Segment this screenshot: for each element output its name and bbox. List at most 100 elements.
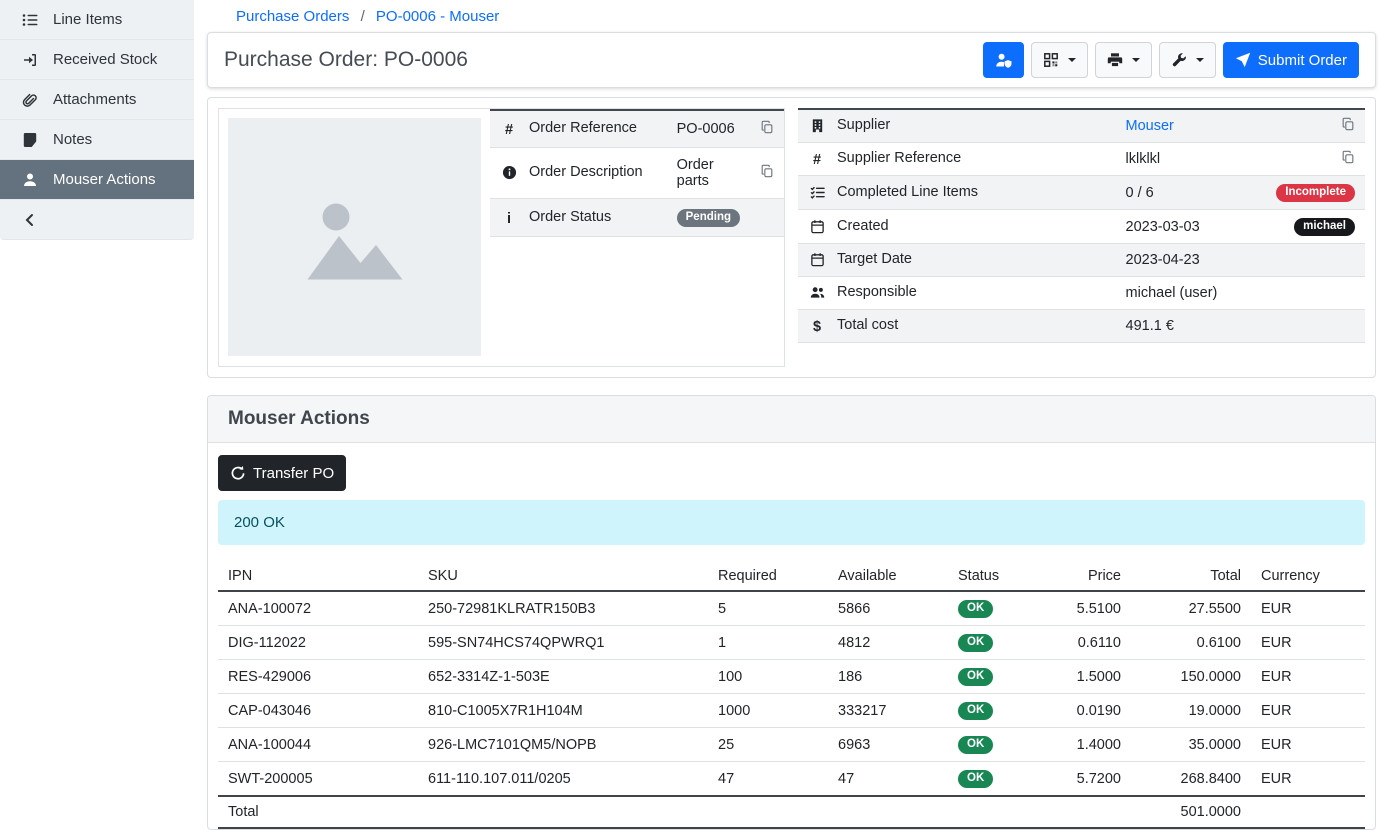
sku-cell: 926-LMC7101QM5/NOPB	[418, 728, 708, 762]
order-status-badge: Pending	[677, 209, 740, 228]
detail-value: Order parts	[667, 148, 750, 199]
sidebar-collapse-button[interactable]	[0, 200, 194, 240]
incomplete-badge: Incomplete	[1276, 184, 1355, 203]
currency-cell: EUR	[1251, 626, 1365, 660]
required-cell: 25	[708, 728, 828, 762]
footer-total-label: Total	[218, 796, 1131, 828]
column-header-sku: SKU	[418, 562, 708, 591]
price-cell: 0.0190	[1036, 694, 1131, 728]
detail-label: Total cost	[837, 317, 898, 333]
required-cell: 5	[708, 591, 828, 626]
column-header-currency: Currency	[1251, 562, 1365, 591]
sidebar-item-label: Line Items	[53, 11, 122, 28]
detail-label: Order Reference	[529, 120, 637, 136]
sku-cell: 611-110.107.011/0205	[418, 762, 708, 797]
page-title: Purchase Order: PO-0006	[224, 48, 468, 72]
sidebar-item-mouser-actions[interactable]: Mouser Actions	[0, 160, 194, 200]
sidebar-item-line-items[interactable]: Line Items	[0, 0, 194, 40]
copy-icon[interactable]	[760, 120, 774, 138]
user-roles-button[interactable]	[983, 42, 1024, 78]
order-info-table: #Order Reference PO-0006 Order Descripti…	[490, 109, 784, 237]
detail-row: #Order Reference PO-0006	[490, 110, 784, 148]
price-cell: 5.5100	[1036, 591, 1131, 626]
detail-row: iOrder Status Pending	[490, 199, 784, 237]
image-placeholder-icon	[295, 182, 415, 292]
column-header-available: Available	[828, 562, 948, 591]
sidebar-item-notes[interactable]: Notes	[0, 120, 194, 160]
ok-badge: OK	[958, 668, 993, 687]
available-cell: 5866	[828, 591, 948, 626]
status-cell: OK	[948, 626, 1036, 660]
column-header-total: Total	[1131, 562, 1251, 591]
table-row: CAP-043046 810-C1005X7R1H104M 1000 33321…	[218, 694, 1365, 728]
submit-order-button[interactable]: Submit Order	[1223, 42, 1359, 78]
currency-cell: EUR	[1251, 591, 1365, 626]
status-alert: 200 OK	[218, 500, 1365, 545]
sku-cell: 810-C1005X7R1H104M	[418, 694, 708, 728]
transfer-po-button[interactable]: Transfer PO	[218, 455, 346, 491]
detail-row: Target Date 2023-04-23	[798, 244, 1365, 277]
column-header-price: Price	[1036, 562, 1131, 591]
order-image[interactable]	[228, 118, 481, 356]
sidebar-item-received-stock[interactable]: Received Stock	[0, 40, 194, 80]
total-cell: 19.0000	[1131, 694, 1251, 728]
required-cell: 47	[708, 762, 828, 797]
copy-icon[interactable]	[1341, 117, 1355, 135]
ok-badge: OK	[958, 634, 993, 653]
panel-header: Mouser Actions	[208, 396, 1375, 443]
qr-code-icon	[1043, 52, 1059, 68]
detail-value: 491.1 €	[1116, 310, 1245, 343]
available-cell: 6963	[828, 728, 948, 762]
app-window: Line Items Received Stock Attachments No…	[0, 0, 1383, 794]
order-summary-box: #Order Reference PO-0006 Order Descripti…	[218, 108, 785, 367]
info-icon: i	[500, 211, 518, 227]
calendar-icon	[808, 252, 826, 269]
barcode-actions-button[interactable]	[1031, 42, 1088, 78]
ok-badge: OK	[958, 600, 993, 619]
status-cell: OK	[948, 762, 1036, 797]
tools-icon	[1171, 52, 1187, 68]
price-cell: 1.4000	[1036, 728, 1131, 762]
print-actions-button[interactable]	[1095, 42, 1152, 78]
detail-label: Target Date	[837, 251, 912, 267]
copy-icon[interactable]	[760, 164, 774, 182]
required-cell: 100	[708, 660, 828, 694]
supplier-info-box: Supplier Mouser #Supplier Reference lklk…	[798, 108, 1365, 367]
breadcrumb-link-purchase-orders[interactable]: Purchase Orders	[236, 8, 349, 25]
currency-cell: EUR	[1251, 660, 1365, 694]
refresh-icon	[230, 465, 246, 481]
copy-icon[interactable]	[1341, 150, 1355, 168]
hash-icon: #	[808, 152, 826, 168]
breadcrumb-link-current-order[interactable]: PO-0006 - Mouser	[376, 8, 499, 25]
users-icon	[808, 285, 826, 302]
header-actions: Submit Order	[983, 42, 1359, 78]
table-row: ANA-100072 250-72981KLRATR150B3 5 5866 O…	[218, 591, 1365, 626]
price-cell: 1.5000	[1036, 660, 1131, 694]
breadcrumb-separator: /	[361, 8, 365, 25]
available-cell: 47	[828, 762, 948, 797]
status-alert-text: 200 OK	[234, 514, 285, 531]
order-actions-button[interactable]	[1159, 42, 1216, 78]
detail-row: $Total cost 491.1 €	[798, 310, 1365, 343]
table-header-row: IPN SKU Required Available Status Price …	[218, 562, 1365, 591]
sidebar-item-label: Received Stock	[53, 51, 157, 68]
main-content: Purchase Orders / PO-0006 - Mouser Purch…	[194, 0, 1383, 794]
page-header: Purchase Order: PO-0006	[207, 32, 1376, 88]
sidebar-item-attachments[interactable]: Attachments	[0, 80, 194, 120]
detail-label: Completed Line Items	[837, 184, 978, 200]
detail-value: lklklkl	[1116, 143, 1245, 176]
column-header-ipn: IPN	[218, 562, 418, 591]
chevron-left-icon	[21, 212, 39, 228]
detail-row: Supplier Mouser	[798, 109, 1365, 143]
order-details: #Order Reference PO-0006 Order Descripti…	[207, 97, 1376, 378]
table-row: DIG-112022 595-SN74HCS74QPWRQ1 1 4812 OK…	[218, 626, 1365, 660]
ok-badge: OK	[958, 770, 993, 789]
supplier-link[interactable]: Mouser	[1126, 118, 1174, 134]
info-circle-icon	[500, 165, 518, 182]
total-cell: 150.0000	[1131, 660, 1251, 694]
total-cell: 27.5500	[1131, 591, 1251, 626]
available-cell: 186	[828, 660, 948, 694]
breadcrumb: Purchase Orders / PO-0006 - Mouser	[207, 0, 1376, 32]
available-cell: 4812	[828, 626, 948, 660]
sidebar-item-label: Attachments	[53, 91, 136, 108]
